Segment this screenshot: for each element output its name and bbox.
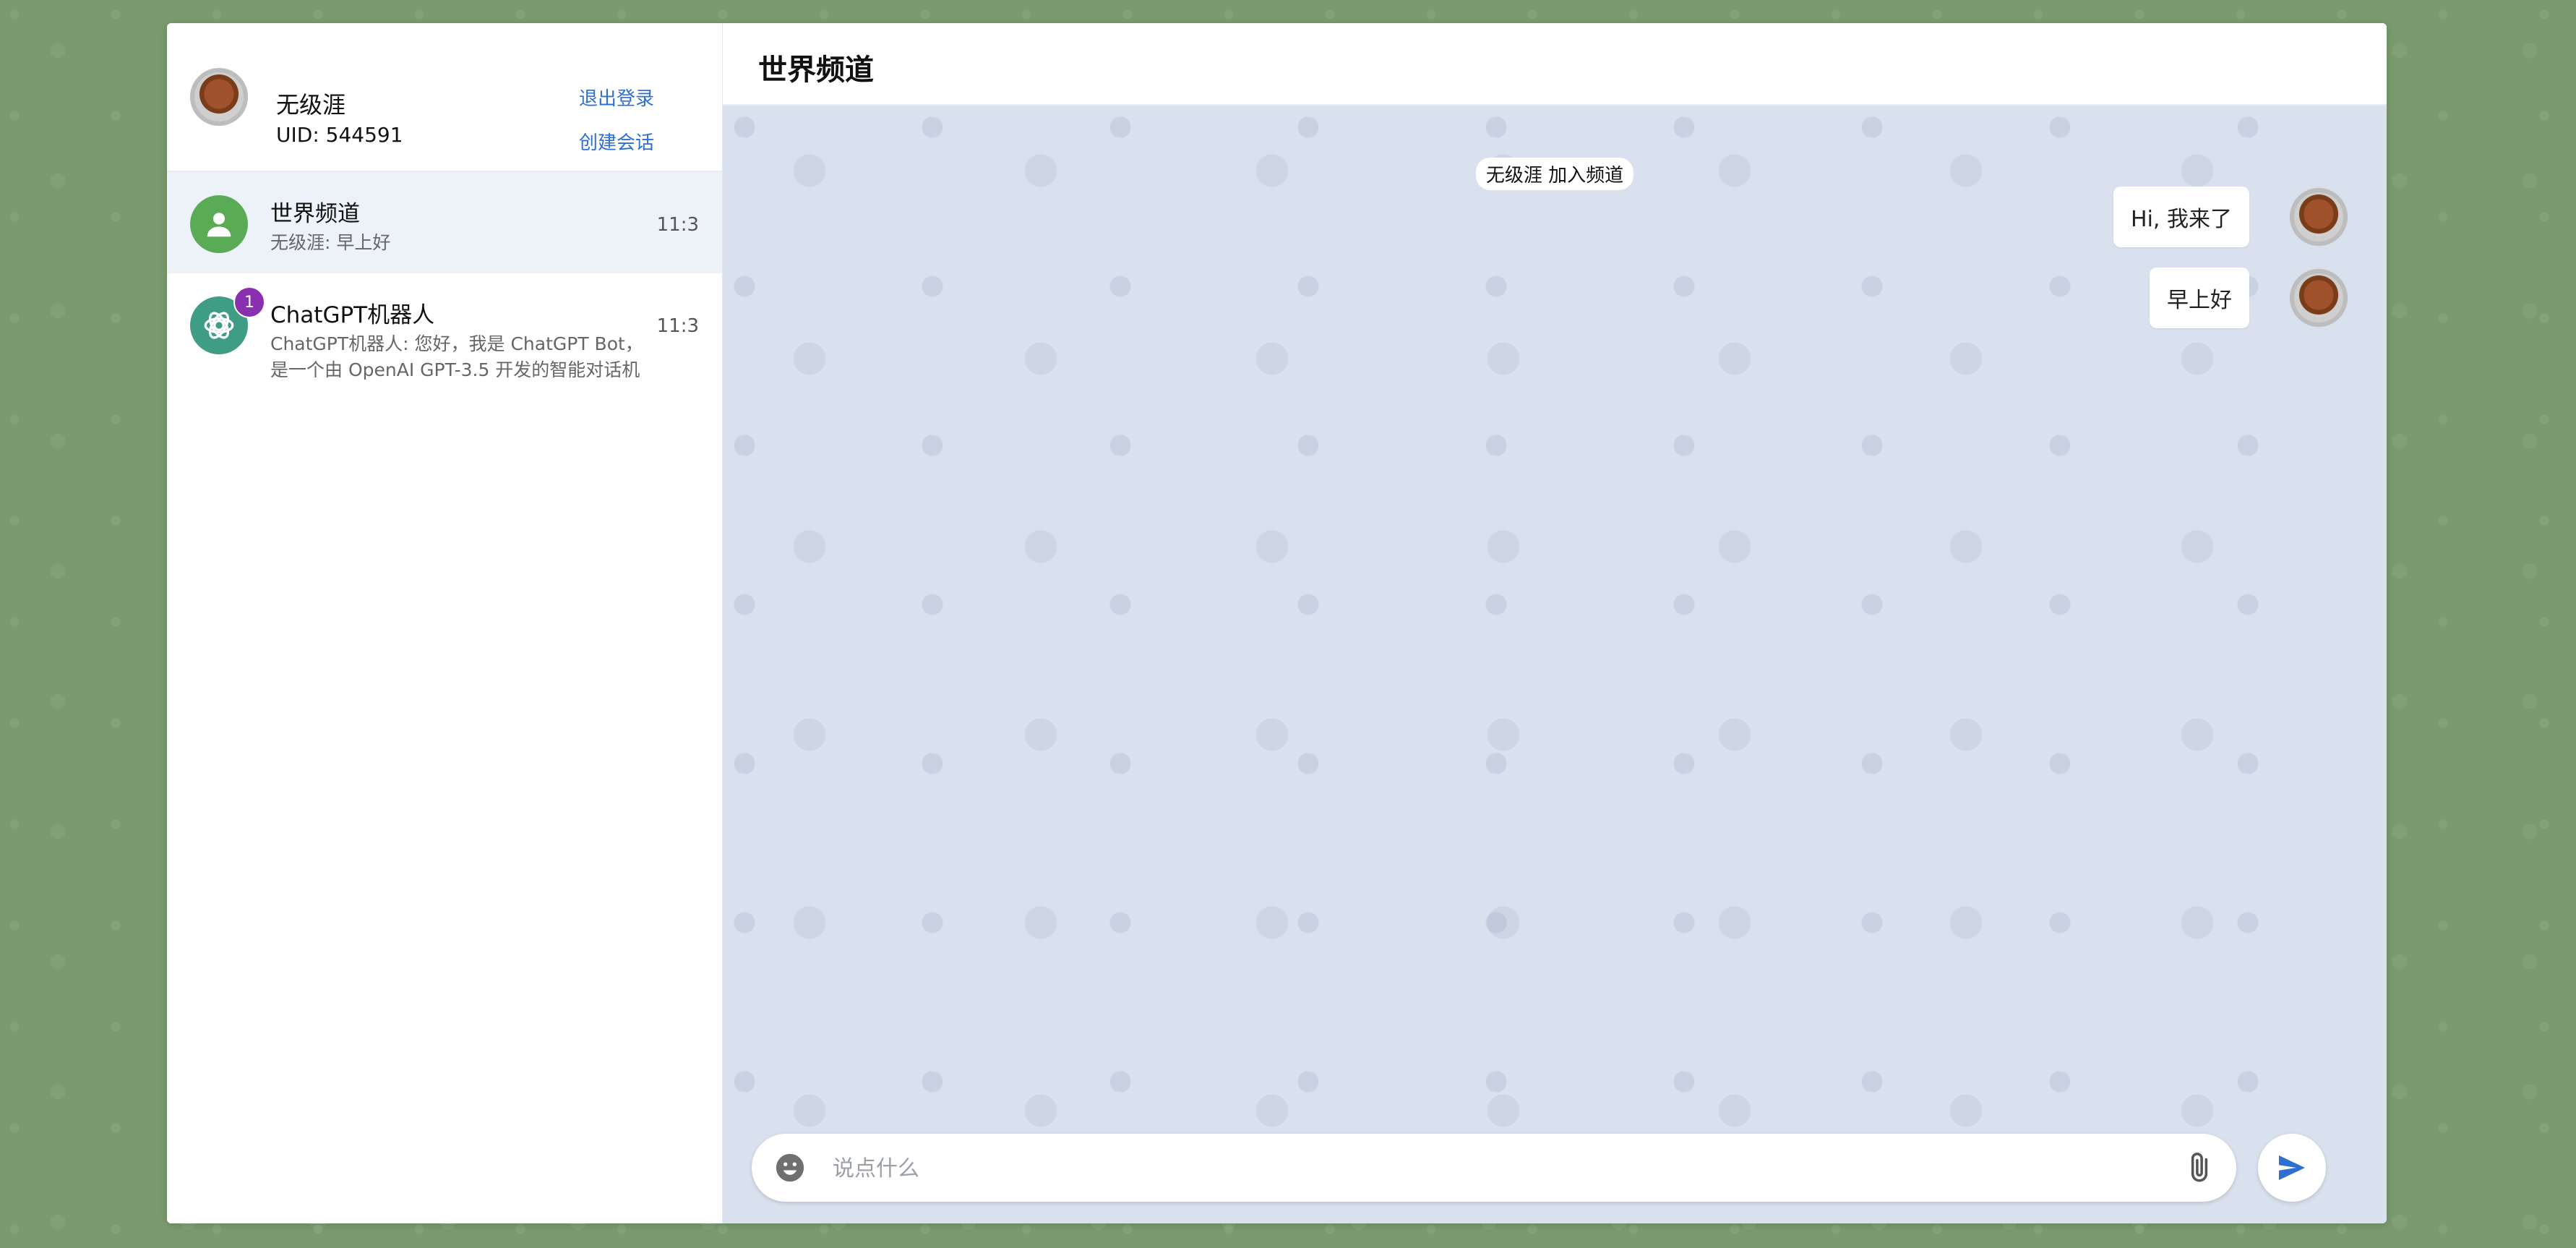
session-title: ChatGPT机器人 xyxy=(270,302,435,328)
profile-name: 无级涯 xyxy=(276,91,346,119)
chat-window: 无级涯 UID: 544591 退出登录 创建会话 世界频道 无级涯: 早上好 … xyxy=(167,23,2387,1223)
session-preview: ChatGPT机器人: 您好，我是 ChatGPT Bot，是一个由 OpenA… xyxy=(270,333,643,380)
session-time: 11:3 xyxy=(656,315,699,337)
session-title: 世界频道 xyxy=(270,201,360,227)
person-icon xyxy=(207,213,231,237)
create-session-link[interactable]: 创建会话 xyxy=(579,128,654,155)
message-input[interactable] xyxy=(831,1147,2135,1190)
profile-panel: 无级涯 UID: 544591 退出登录 创建会话 xyxy=(167,23,722,172)
logout-link[interactable]: 退出登录 xyxy=(579,84,654,111)
system-message: 无级涯 加入频道 xyxy=(1475,158,1634,190)
session-item-world[interactable]: 世界频道 无级涯: 早上好 11:3 xyxy=(167,172,722,273)
session-preview: 无级涯: 早上好 xyxy=(270,232,391,253)
message-bubble: 早上好 xyxy=(2150,268,2249,328)
message-avatar xyxy=(2290,269,2348,327)
emoji-button[interactable] xyxy=(773,1151,807,1184)
emoji-icon xyxy=(776,1153,804,1182)
attach-button[interactable] xyxy=(2181,1150,2217,1186)
chat-header: 世界频道 xyxy=(723,23,2387,106)
session-time: 11:3 xyxy=(656,214,699,236)
send-button[interactable] xyxy=(2258,1134,2326,1202)
session-avatar xyxy=(190,195,248,253)
profile-uid: UID: 544591 xyxy=(276,123,403,147)
message-area: 无级涯 加入频道 Hi, 我来了 早上好 xyxy=(723,106,2387,1223)
chat-title: 世界频道 xyxy=(758,54,874,87)
user-avatar xyxy=(190,68,248,126)
sidebar: 无级涯 UID: 544591 退出登录 创建会话 世界频道 无级涯: 早上好 … xyxy=(167,23,723,1223)
message-bubble: Hi, 我来了 xyxy=(2113,187,2249,247)
message-avatar xyxy=(2290,188,2348,246)
openai-icon xyxy=(204,312,234,339)
chat-main: 世界频道 无级涯 加入频道 Hi, 我来了 早上好 xyxy=(723,23,2387,1223)
send-icon xyxy=(2279,1155,2305,1180)
paperclip-icon xyxy=(2191,1153,2208,1182)
session-item-chatgpt[interactable]: 1 ChatGPT机器人 ChatGPT机器人: 您好，我是 ChatGPT B… xyxy=(167,273,722,380)
unread-badge: 1 xyxy=(233,286,265,318)
message-row: 早上好 xyxy=(2150,268,2348,328)
message-row: Hi, 我来了 xyxy=(2113,187,2348,247)
message-composer xyxy=(752,1134,2236,1202)
